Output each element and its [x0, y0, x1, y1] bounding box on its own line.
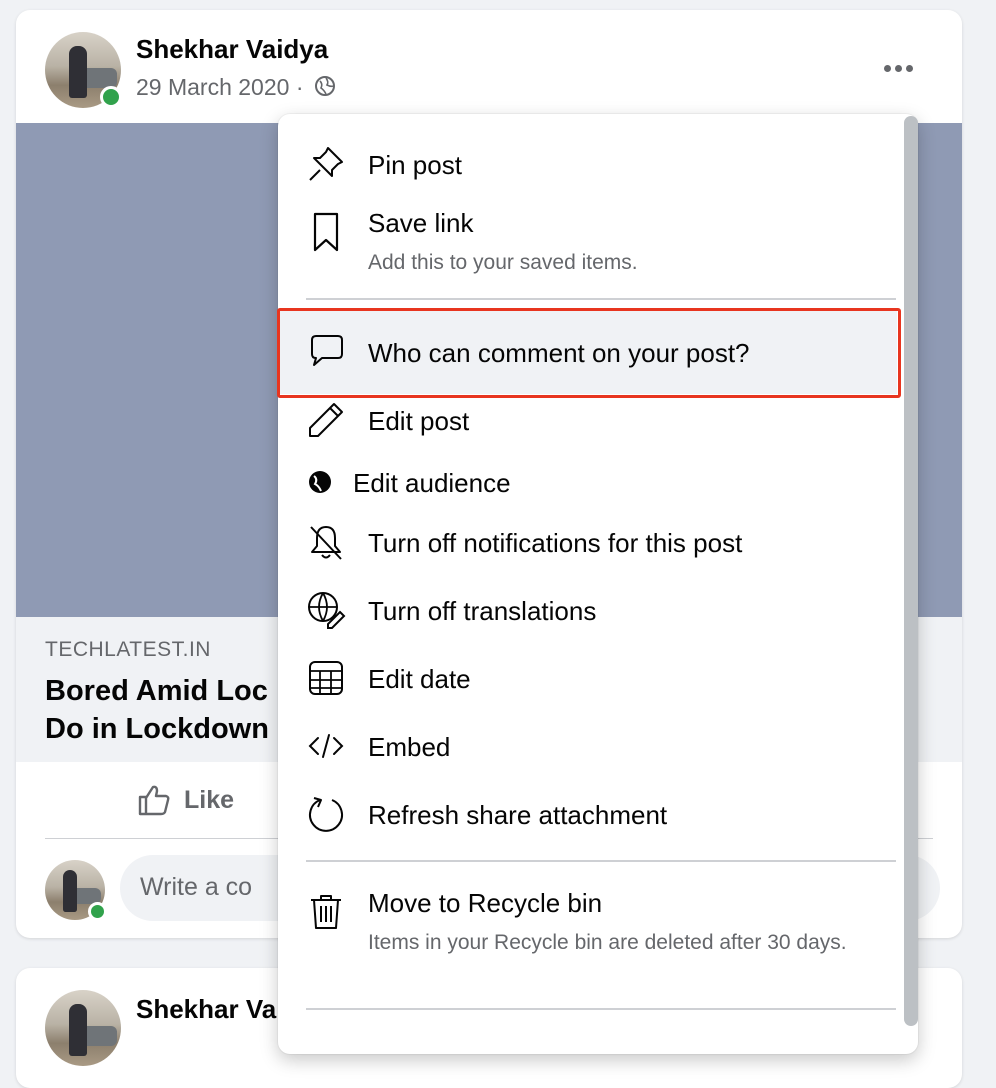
- menu-divider: [306, 298, 896, 300]
- like-button[interactable]: Like: [136, 782, 234, 818]
- globe-translate-icon: [304, 588, 348, 632]
- highlight-outline: [277, 308, 901, 398]
- bookmark-icon: [304, 210, 348, 254]
- menu-item-edit-post[interactable]: Edit post: [278, 398, 898, 442]
- menu-item-label: Pin post: [368, 150, 462, 180]
- post-date-text[interactable]: 29 March 2020 ·: [136, 74, 303, 100]
- next-post-author-name[interactable]: Shekhar Va: [136, 994, 276, 1025]
- menu-item-label: Edit date: [368, 664, 471, 694]
- bell-off-icon: [304, 520, 348, 564]
- trash-icon: [304, 890, 348, 934]
- refresh-icon: [304, 792, 348, 836]
- menu-item-description: Add this to your saved items.: [368, 251, 638, 274]
- globe-icon: [314, 76, 335, 96]
- menu-item-embed[interactable]: Embed: [278, 724, 898, 768]
- menu-item-label: Turn off notifications for this post: [368, 528, 743, 558]
- menu-divider: [306, 860, 896, 862]
- like-label: Like: [184, 785, 235, 814]
- commenter-online-dot: [88, 902, 107, 921]
- menu-item-label: Edit audience: [353, 468, 511, 498]
- menu-item-label: Edit post: [368, 406, 470, 436]
- menu-item-turn-off-translations[interactable]: Turn off translations: [278, 588, 898, 632]
- menu-item-label: Embed: [368, 732, 451, 762]
- menu-item-label: Refresh share attachment: [368, 800, 668, 830]
- menu-item-label: Turn off translations: [368, 596, 597, 626]
- menu-scrollbar[interactable]: [904, 116, 918, 1026]
- menu-item-move-to-recycle-bin[interactable]: Move to Recycle bin Items in your Recycl…: [278, 884, 898, 994]
- calendar-icon: [304, 656, 348, 700]
- thumbs-up-icon: [138, 785, 170, 816]
- menu-item-label: Save link: [368, 208, 474, 238]
- menu-divider: [306, 1008, 896, 1010]
- menu-item-edit-audience[interactable]: Edit audience: [278, 460, 898, 504]
- menu-item-pin-post[interactable]: Pin post: [278, 142, 898, 186]
- globe-icon: [298, 460, 342, 504]
- next-post-avatar[interactable]: [45, 990, 121, 1066]
- code-icon: [304, 724, 348, 768]
- menu-item-label: Move to Recycle bin: [368, 888, 603, 918]
- menu-item-refresh-share-attachment[interactable]: Refresh share attachment: [278, 792, 898, 836]
- menu-item-save-link[interactable]: Save link Add this to your saved items.: [278, 204, 898, 284]
- comment-placeholder: Write a co: [140, 873, 253, 901]
- pin-icon: [304, 142, 348, 186]
- more-options-icon[interactable]: [878, 58, 918, 78]
- menu-pointer: [876, 100, 904, 115]
- post-author-name[interactable]: Shekhar Vaidya: [136, 34, 328, 65]
- online-status-dot: [100, 86, 122, 108]
- menu-item-turn-off-notifications[interactable]: Turn off notifications for this post: [278, 520, 898, 564]
- pencil-icon: [304, 398, 348, 442]
- menu-item-edit-date[interactable]: Edit date: [278, 656, 898, 700]
- menu-item-description: Items in your Recycle bin are deleted af…: [368, 931, 847, 954]
- link-domain: TECHLATEST.IN: [45, 638, 211, 661]
- post-date[interactable]: 29 March 2020 ·: [136, 74, 336, 101]
